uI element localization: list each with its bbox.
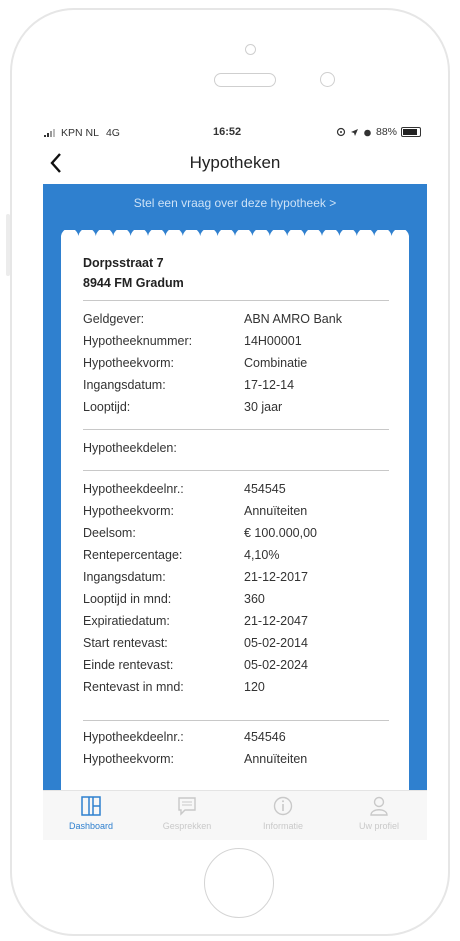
detail-label: Hypotheekdeelnr.: [83, 482, 184, 496]
address-city: 8944 FM Gradum [83, 276, 184, 290]
detail-label: Ingangsdatum: [83, 570, 166, 584]
detail-label: Hypotheekvorm: [83, 504, 175, 518]
location-icon [336, 127, 346, 137]
tab-label: Informatie [262, 821, 304, 831]
detail-value: Annuïteiten [244, 752, 308, 766]
part1-row-interest-rate: Rentepercentage: 4,10% [83, 548, 389, 570]
detail-label: Hypotheekvorm: [83, 752, 175, 766]
detail-value: 14H00001 [244, 334, 302, 348]
detail-value: 454546 [244, 730, 286, 744]
nav-bar: Hypotheken [43, 146, 427, 184]
detail-label: Rentevast in mnd: [83, 680, 184, 694]
earpiece-speaker [214, 73, 276, 87]
part1-row-number: Hypotheekdeelnr.: 454545 [83, 482, 389, 504]
address-street: Dorpsstraat 7 [83, 256, 164, 270]
status-bar: KPN NL 4G 16:52 88% [43, 118, 427, 146]
detail-label: Geldgever: [83, 312, 145, 326]
detail-label: Looptijd: [83, 400, 131, 414]
part1-row-fixed-months: Rentevast in mnd: 120 [83, 680, 389, 702]
detail-row-start-date: Ingangsdatum: 17-12-14 [83, 378, 389, 400]
clock: 16:52 [213, 126, 242, 138]
tab-dashboard[interactable]: Dashboard [43, 795, 139, 840]
detail-label: Deelsom: [83, 526, 136, 540]
part1-row-fixed-start: Start rentevast: 05-02-2014 [83, 636, 389, 658]
part1-row-expiry-date: Expiratiedatum: 21-12-2047 [83, 614, 389, 636]
detail-value: 05-02-2014 [244, 636, 308, 650]
detail-label: Ingangsdatum: [83, 378, 166, 392]
carrier-name: KPN NL [61, 127, 99, 139]
detail-value: 360 [244, 592, 265, 606]
detail-row-mortgage-number: Hypotheeknummer: 14H00001 [83, 334, 389, 356]
divider [83, 720, 389, 721]
part1-row-amount: Deelsom: € 100.000,00 [83, 526, 389, 548]
part1-row-duration-months: Looptijd in mnd: 360 [83, 592, 389, 614]
divider [83, 300, 389, 301]
screen: KPN NL 4G 16:52 88% Hypotheken Stel een … [43, 118, 427, 840]
dashboard-icon [81, 796, 101, 816]
part1-row-start-date: Ingangsdatum: 21-12-2017 [83, 570, 389, 592]
detail-label: Hypotheekdeelnr.: [83, 730, 184, 744]
side-button [6, 214, 10, 276]
alarm-icon [364, 129, 371, 136]
detail-label: Hypotheekvorm: [83, 356, 175, 370]
part1-row-fixed-end: Einde rentevast: 05-02-2024 [83, 658, 389, 680]
front-camera [245, 44, 256, 55]
detail-value: 454545 [244, 482, 286, 496]
detail-value: 05-02-2024 [244, 658, 308, 672]
divider [83, 429, 389, 430]
profile-icon [370, 796, 388, 816]
page-title: Hypotheken [189, 153, 281, 172]
detail-value: 30 jaar [244, 400, 283, 414]
mortgage-card: Dorpsstraat 7 8944 FM Gradum Geldgever: A… [61, 236, 409, 796]
detail-value: 21-12-2017 [244, 570, 308, 584]
detail-row-lender: Geldgever: ABN AMRO Bank [83, 312, 389, 334]
detail-label: Einde rentevast: [83, 658, 174, 672]
network-type: 4G [105, 127, 120, 139]
carrier-info: KPN NL 4G [44, 127, 120, 139]
detail-value: ABN AMRO Bank [244, 312, 342, 326]
ask-question-link[interactable]: Stel een vraag over deze hypotheek > [43, 196, 427, 210]
navigation-arrow-icon [350, 128, 358, 136]
detail-value: 17-12-14 [244, 378, 295, 392]
detail-value: Combinatie [244, 356, 308, 370]
detail-label: Hypotheeknummer: [83, 334, 193, 348]
parts-heading: Hypotheekdelen: [83, 441, 389, 463]
detail-value: 120 [244, 680, 265, 694]
status-right: 88% [336, 126, 421, 138]
detail-label: Start rentevast: [83, 636, 168, 650]
part1-row-type: Hypotheekvorm: Annuïteiten [83, 504, 389, 526]
battery-icon [401, 127, 421, 137]
home-button[interactable] [204, 848, 274, 918]
divider [83, 470, 389, 471]
part2-row-number: Hypotheekdeelnr.: 454546 [83, 730, 389, 752]
tab-label: Gesprekken [162, 821, 212, 831]
part2-row-type: Hypotheekvorm: Annuïteiten [83, 752, 389, 774]
battery-percentage: 88% [375, 126, 397, 138]
tab-bar: Dashboard Gesprekken Informatie Uw profi… [43, 790, 427, 840]
detail-value: 4,10% [244, 548, 280, 562]
mortgage-panel: Stel een vraag over deze hypotheek > Dor… [43, 184, 427, 796]
proximity-sensor [320, 72, 335, 87]
detail-value: Annuïteiten [244, 504, 308, 518]
detail-row-mortgage-type: Hypotheekvorm: Combinatie [83, 356, 389, 378]
tab-label: Uw profiel [358, 821, 399, 831]
detail-value: € 100.000,00 [244, 526, 317, 540]
tab-profiel[interactable]: Uw profiel [331, 795, 427, 840]
tab-gesprekken[interactable]: Gesprekken [139, 795, 235, 840]
detail-value: 21-12-2047 [244, 614, 308, 628]
info-icon [273, 796, 293, 816]
detail-label: Looptijd in mnd: [83, 592, 172, 606]
signal-icon [44, 129, 55, 137]
chat-icon [178, 797, 196, 816]
tab-informatie[interactable]: Informatie [235, 795, 331, 840]
detail-row-duration: Looptijd: 30 jaar [83, 400, 389, 422]
detail-label: Rentepercentage: [83, 548, 183, 562]
tab-label: Dashboard [68, 821, 114, 831]
detail-label: Expiratiedatum: [83, 614, 170, 628]
section-heading: Hypotheekdelen: [83, 441, 177, 455]
